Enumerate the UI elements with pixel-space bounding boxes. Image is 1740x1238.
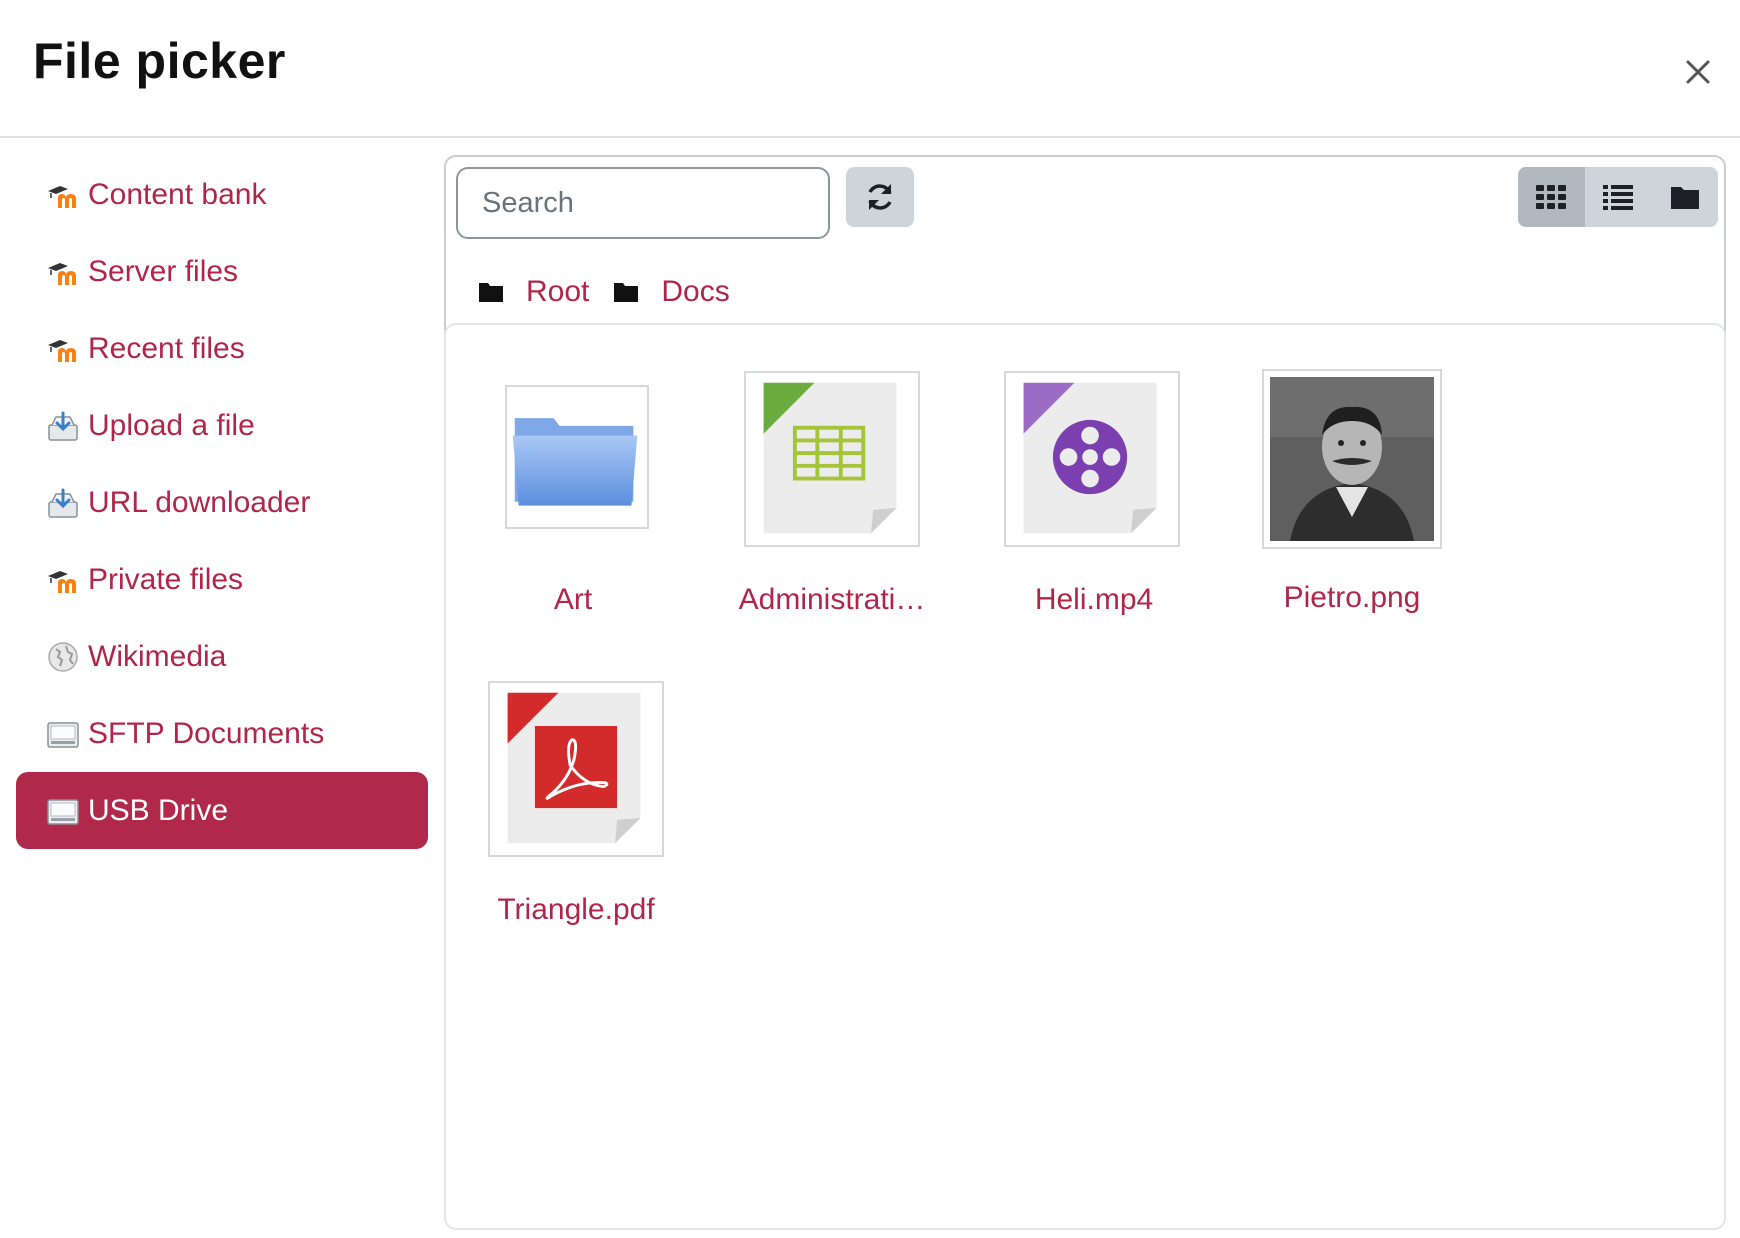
sidebar-item-label: Content bank	[88, 177, 267, 211]
file-item-video[interactable]: Heli.mp4	[1004, 371, 1244, 631]
sidebar-item-upload-a-file[interactable]: Upload a file	[16, 387, 428, 464]
upload-icon	[46, 409, 80, 443]
dialog-header: File picker	[0, 0, 1740, 138]
breadcrumb-item-root[interactable]: Root	[478, 275, 589, 309]
sidebar-item-sftp-documents[interactable]: SFTP Documents	[16, 695, 428, 772]
grid-view-button[interactable]	[1518, 167, 1585, 227]
refresh-button[interactable]	[846, 167, 914, 227]
close-icon[interactable]	[1676, 50, 1720, 94]
moodle-icon	[46, 178, 80, 212]
view-switcher	[1518, 167, 1718, 227]
file-name: Heli.mp4	[1034, 583, 1154, 616]
upload-icon	[46, 486, 80, 520]
file-name: Pietro.png	[1283, 581, 1421, 614]
sidebar-item-label: Upload a file	[88, 408, 255, 442]
folder-icon	[614, 283, 639, 302]
refresh-icon	[868, 184, 892, 210]
moodle-icon	[46, 332, 80, 366]
folder-view-icon	[1670, 187, 1699, 209]
wikimedia-icon	[46, 640, 80, 674]
file-item-pdf[interactable]: Triangle.pdf	[488, 681, 728, 941]
breadcrumb-label: Docs	[661, 275, 730, 308]
file-name: Administrati…	[738, 583, 926, 616]
folder-icon	[479, 283, 503, 302]
sidebar-item-label: Private files	[88, 562, 244, 596]
sidebar-item-label: USB Drive	[88, 793, 229, 827]
sidebar-item-label: Wikimedia	[88, 639, 227, 673]
sidebar-item-label: URL downloader	[88, 485, 311, 519]
breadcrumb-label: Root	[526, 275, 590, 308]
drive-icon	[46, 717, 80, 751]
folder-view-button[interactable]	[1651, 167, 1718, 227]
dialog-title: File picker	[33, 33, 286, 89]
sidebar-item-url-downloader[interactable]: URL downloader	[16, 464, 428, 541]
spreadsheet-thumbnail	[744, 371, 920, 547]
sidebar-item-label: Recent files	[88, 331, 245, 365]
sidebar-item-private-files[interactable]: Private files	[16, 541, 428, 618]
sidebar-item-wikimedia[interactable]: Wikimedia	[16, 618, 428, 695]
video-thumbnail	[1004, 371, 1180, 547]
file-item-spreadsheet[interactable]: Administrati…	[739, 371, 984, 631]
file-picker-dialog: File picker Content bank Server files Re…	[0, 0, 1740, 1238]
grid-view-icon	[1536, 185, 1567, 209]
pdf-thumbnail	[488, 681, 664, 857]
sidebar-item-label: SFTP Documents	[88, 716, 325, 750]
file-name: Art	[553, 583, 593, 616]
sidebar-item-recent-files[interactable]: Recent files	[16, 310, 428, 387]
drive-icon	[46, 794, 80, 828]
file-item-image[interactable]: Pietro.png	[1262, 369, 1502, 629]
folder-thumbnail	[505, 385, 649, 529]
moodle-icon	[46, 563, 80, 597]
file-toolbar: Root Docs	[446, 157, 1724, 325]
moodle-icon	[46, 255, 80, 289]
file-item-art[interactable]: Art	[503, 385, 743, 625]
file-grid: Art Administrati… Heli.mp4 Pietro.png Tr…	[444, 323, 1726, 1230]
search-input[interactable]	[456, 167, 830, 239]
sidebar-item-usb-drive[interactable]: USB Drive	[16, 772, 428, 849]
sidebar-item-content-bank[interactable]: Content bank	[16, 156, 428, 233]
file-browser-panel: Root Docs Art	[444, 155, 1726, 1230]
breadcrumb: Root Docs	[478, 275, 754, 309]
image-thumbnail	[1262, 369, 1442, 549]
file-name: Triangle.pdf	[497, 893, 655, 926]
repository-sidebar: Content bank Server files Recent files U…	[16, 156, 428, 849]
breadcrumb-item-docs[interactable]: Docs	[613, 275, 730, 309]
list-view-button[interactable]	[1585, 167, 1652, 227]
sidebar-item-server-files[interactable]: Server files	[16, 233, 428, 310]
list-view-icon	[1603, 185, 1633, 210]
sidebar-item-label: Server files	[88, 254, 239, 288]
